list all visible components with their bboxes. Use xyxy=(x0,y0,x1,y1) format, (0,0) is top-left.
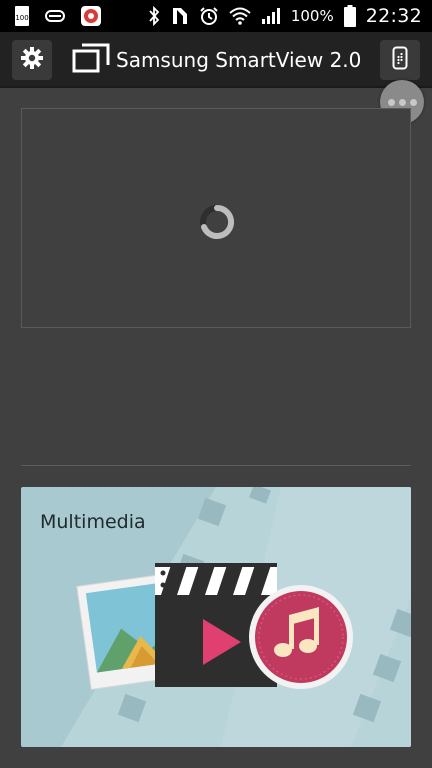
more-dots-icon xyxy=(387,98,395,106)
settings-button[interactable] xyxy=(12,40,52,80)
notification-icon xyxy=(44,9,66,23)
app-title: Samsung SmartView 2.0 xyxy=(116,48,362,72)
status-right-icons: 100% 22:32 xyxy=(147,0,422,32)
battery-icon xyxy=(343,5,356,27)
gear-icon xyxy=(20,46,44,74)
more-dots-icon xyxy=(398,98,406,106)
nfc-icon xyxy=(171,6,189,26)
status-time: 22:32 xyxy=(365,5,422,27)
multimedia-artwork xyxy=(76,563,353,690)
section-divider xyxy=(21,465,411,466)
music-note-icon xyxy=(249,585,353,689)
status-left-icons: 100 xyxy=(14,4,102,28)
bluetooth-icon xyxy=(147,6,161,26)
smartview-logo-icon xyxy=(72,43,110,77)
svg-text:100: 100 xyxy=(15,14,28,22)
loading-spinner-icon xyxy=(198,203,236,245)
app-notification-icon xyxy=(80,5,102,27)
signal-icon xyxy=(261,7,281,25)
battery-percent: 100% xyxy=(290,7,334,25)
wifi-icon xyxy=(229,7,251,25)
alarm-icon xyxy=(199,6,219,26)
multimedia-card[interactable]: Multimedia xyxy=(21,487,411,747)
device-panel xyxy=(21,108,411,328)
storage-100-icon: 100 xyxy=(14,5,30,27)
remote-button[interactable] xyxy=(380,40,420,80)
app-bar: Samsung SmartView 2.0 xyxy=(0,32,432,88)
status-bar: 100 100% 22:32 xyxy=(0,0,432,32)
more-dots-icon xyxy=(409,98,417,106)
remote-icon xyxy=(392,46,408,74)
app-title-group: Samsung SmartView 2.0 xyxy=(72,42,361,78)
